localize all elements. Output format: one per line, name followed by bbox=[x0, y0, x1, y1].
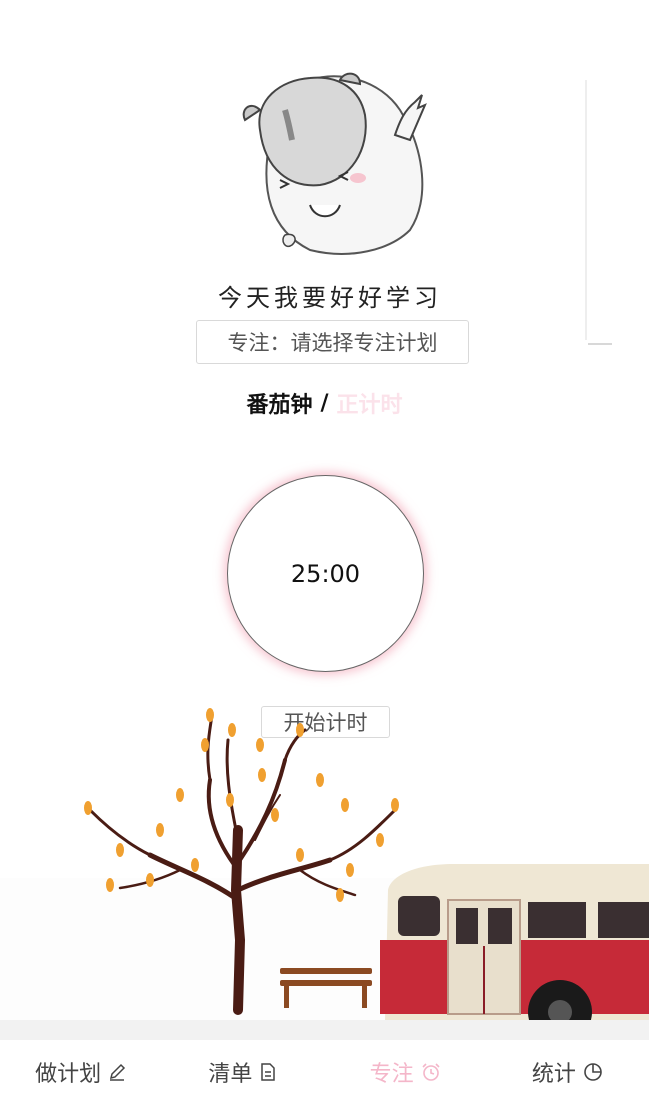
mode-pomodoro[interactable]: 番茄钟 bbox=[246, 387, 312, 419]
mode-stopwatch[interactable]: 正计时 bbox=[337, 387, 403, 419]
document-icon bbox=[261, 1063, 276, 1081]
tab-focus[interactable]: 专注 bbox=[325, 1056, 487, 1088]
tab-list-label: 清单 bbox=[208, 1062, 253, 1087]
tab-stats-label: 统计 bbox=[531, 1062, 576, 1087]
pencil-icon bbox=[110, 1063, 126, 1081]
autumn-scene-illustration bbox=[0, 708, 649, 1040]
timer-value: 25:00 bbox=[290, 559, 361, 588]
focus-plan-selector[interactable]: 专注：请选择专注计划 bbox=[196, 320, 469, 364]
tab-plan-label: 做计划 bbox=[35, 1062, 102, 1087]
timer-mode-toggle: 番茄钟 / 正计时 bbox=[0, 386, 649, 420]
pie-chart-icon bbox=[584, 1063, 602, 1081]
mode-separator: / bbox=[320, 390, 329, 416]
alarm-clock-icon bbox=[422, 1063, 440, 1081]
tab-plan[interactable]: 做计划 bbox=[0, 1056, 162, 1088]
tab-stats[interactable]: 统计 bbox=[487, 1056, 649, 1088]
bottom-tab-bar: 做计划 清单 专注 统计 bbox=[0, 1040, 649, 1104]
timer-display: 25:00 bbox=[227, 475, 424, 672]
illustration-caption: 今天我要好好学习 bbox=[200, 278, 620, 318]
tab-focus-label: 专注 bbox=[369, 1062, 414, 1087]
caption-text: 今天我要好好学习 bbox=[218, 284, 442, 312]
tab-list[interactable]: 清单 bbox=[162, 1056, 324, 1088]
